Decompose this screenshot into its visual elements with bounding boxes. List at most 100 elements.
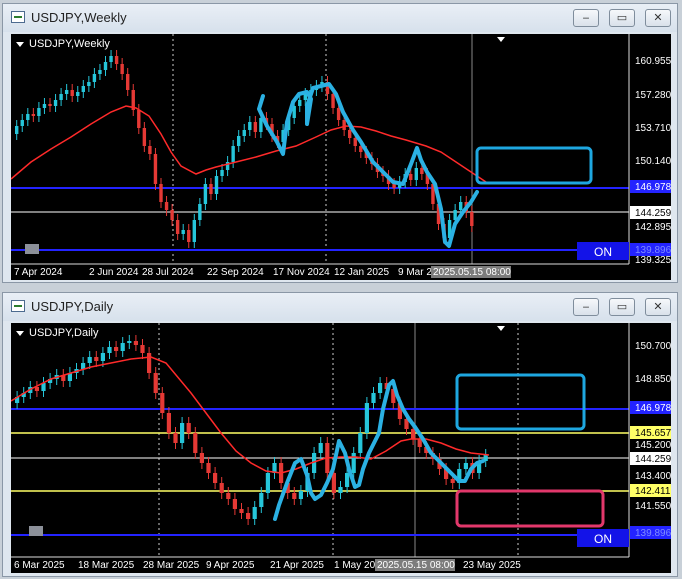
date-tick: 6 Mar 2025 (14, 560, 65, 571)
candle-bull (87, 357, 92, 363)
candle-bull (203, 184, 208, 204)
candle-bull (87, 82, 91, 86)
trade-marker-icon[interactable] (29, 526, 43, 536)
price-axis[interactable]: 160.955 157.280 153.710 150.140 146.978 … (630, 56, 671, 266)
date-tick: 9 Mar 2 (398, 267, 432, 278)
date-tick: 2 Jun 2024 (89, 267, 139, 278)
candle-bear (450, 479, 455, 483)
candle-bear (153, 373, 158, 393)
candle-bull (265, 473, 270, 493)
candle-bull (351, 453, 356, 473)
daily-window-title: USDJPY,Daily (31, 299, 114, 314)
target-box-blue[interactable] (455, 373, 586, 431)
candle-bull (242, 130, 246, 136)
candle-bull (100, 353, 105, 361)
candle-bull (358, 433, 363, 453)
price-badge-label: 142.411 (635, 486, 671, 497)
candle-bear (170, 210, 174, 220)
restore-icon: ▭ (616, 11, 628, 24)
candle-bear (148, 146, 152, 154)
minimize-button[interactable]: ‒ (573, 9, 599, 27)
candle-bull (92, 74, 97, 82)
candle-bear (166, 413, 171, 433)
daily-chart-area[interactable]: USDJPY,Daily 150.700 148.850 146.978 145… (11, 323, 671, 573)
candle-bear (331, 473, 336, 493)
candle-bear (246, 513, 251, 519)
target-box-pink[interactable] (455, 489, 605, 528)
bid-badge-label: 144.259 (635, 454, 671, 465)
weekly-chart-window: USDJPY,Weekly ‒ ▭ ✕ USDJPY,Weekly 160.95… (2, 3, 678, 283)
minimize-button[interactable]: ‒ (573, 298, 599, 316)
candle-bear (193, 433, 198, 453)
chart-dropdown-icon[interactable] (16, 331, 24, 336)
candle-bull (298, 491, 303, 499)
daily-price-chart[interactable]: USDJPY,Daily 150.700 148.850 146.978 145… (11, 323, 671, 573)
candle-bear (420, 168, 424, 174)
trade-marker-icon[interactable] (25, 244, 39, 254)
shift-marker-icon[interactable] (497, 37, 505, 42)
weekly-title-bar[interactable]: USDJPY,Weekly ‒ ▭ ✕ (3, 4, 677, 32)
candle-bear (342, 120, 346, 130)
candle-bull (107, 347, 112, 353)
date-tick: 18 Mar 2025 (78, 560, 135, 571)
bid-badge-label: 144.259 (635, 208, 671, 219)
weekly-window-title: USDJPY,Weekly (31, 10, 127, 25)
price-tick: 160.955 (635, 56, 671, 67)
candle-bear (199, 453, 204, 463)
daily-title-bar[interactable]: USDJPY,Daily ‒ ▭ ✕ (3, 293, 677, 321)
shift-marker-icon[interactable] (497, 326, 505, 331)
candle-bull (298, 100, 302, 106)
candle-bull (364, 403, 369, 433)
time-axis[interactable]: 6 Mar 2025 18 Mar 2025 28 Mar 2025 9 Apr… (14, 559, 521, 571)
wave-drawing (257, 82, 479, 248)
candle-bull (338, 487, 343, 493)
date-tick: 22 Sep 2024 (207, 267, 264, 278)
candle-bull (42, 104, 47, 108)
minimize-icon: ‒ (582, 11, 590, 24)
candle-bear (186, 423, 191, 433)
candle-bull (180, 423, 185, 443)
price-axis[interactable]: 150.700 148.850 146.978 145.657 145.200 … (630, 341, 671, 539)
weekly-price-chart[interactable]: USDJPY,Weekly 160.955 157.280 153.710 15… (11, 34, 671, 280)
target-box-blue[interactable] (475, 146, 593, 185)
candle-bear (209, 184, 213, 194)
candle-bear (94, 357, 99, 361)
candle-bear (137, 110, 141, 128)
candle-bull (37, 108, 41, 116)
restore-button[interactable]: ▭ (609, 9, 635, 27)
date-tick: 17 Nov 2024 (273, 267, 330, 278)
candle-bear (206, 463, 211, 473)
candle-bull (231, 146, 235, 162)
candle-bear (353, 138, 357, 146)
close-icon: ✕ (653, 300, 663, 313)
weekly-chart-area[interactable]: USDJPY,Weekly 160.955 157.280 153.710 15… (11, 34, 671, 280)
candle-bear (48, 104, 52, 106)
candle-bear (292, 493, 297, 499)
candle-bear (331, 94, 335, 108)
price-tick: 141.550 (635, 501, 671, 512)
wave-drawing (273, 379, 485, 521)
price-tick: 142.895 (635, 222, 671, 233)
candle-bear (336, 108, 341, 120)
candle-bear (348, 130, 352, 138)
candle-bear (114, 347, 119, 351)
close-button[interactable]: ✕ (645, 298, 671, 316)
price-tick: 150.700 (635, 341, 671, 352)
price-badge-label: 145.657 (635, 428, 671, 439)
chart-dropdown-icon[interactable] (16, 42, 24, 47)
time-axis[interactable]: 7 Apr 2024 2 Jun 2024 28 Jul 2024 22 Sep… (14, 266, 511, 278)
candle-bull (127, 341, 132, 343)
candle-bull (248, 122, 252, 130)
candle-bear (126, 74, 130, 90)
candle-bull (59, 94, 63, 100)
price-tick: 150.140 (635, 156, 671, 167)
restore-button[interactable]: ▭ (609, 298, 635, 316)
candle-bull (109, 56, 113, 62)
candle-bear (187, 230, 191, 242)
candle-bear (164, 202, 169, 210)
price-badge-label: 146.978 (635, 182, 671, 193)
date-tick: 23 May 2025 (463, 560, 521, 571)
price-tick: 157.280 (635, 90, 671, 101)
close-button[interactable]: ✕ (645, 9, 671, 27)
price-tick: 153.710 (635, 123, 671, 134)
